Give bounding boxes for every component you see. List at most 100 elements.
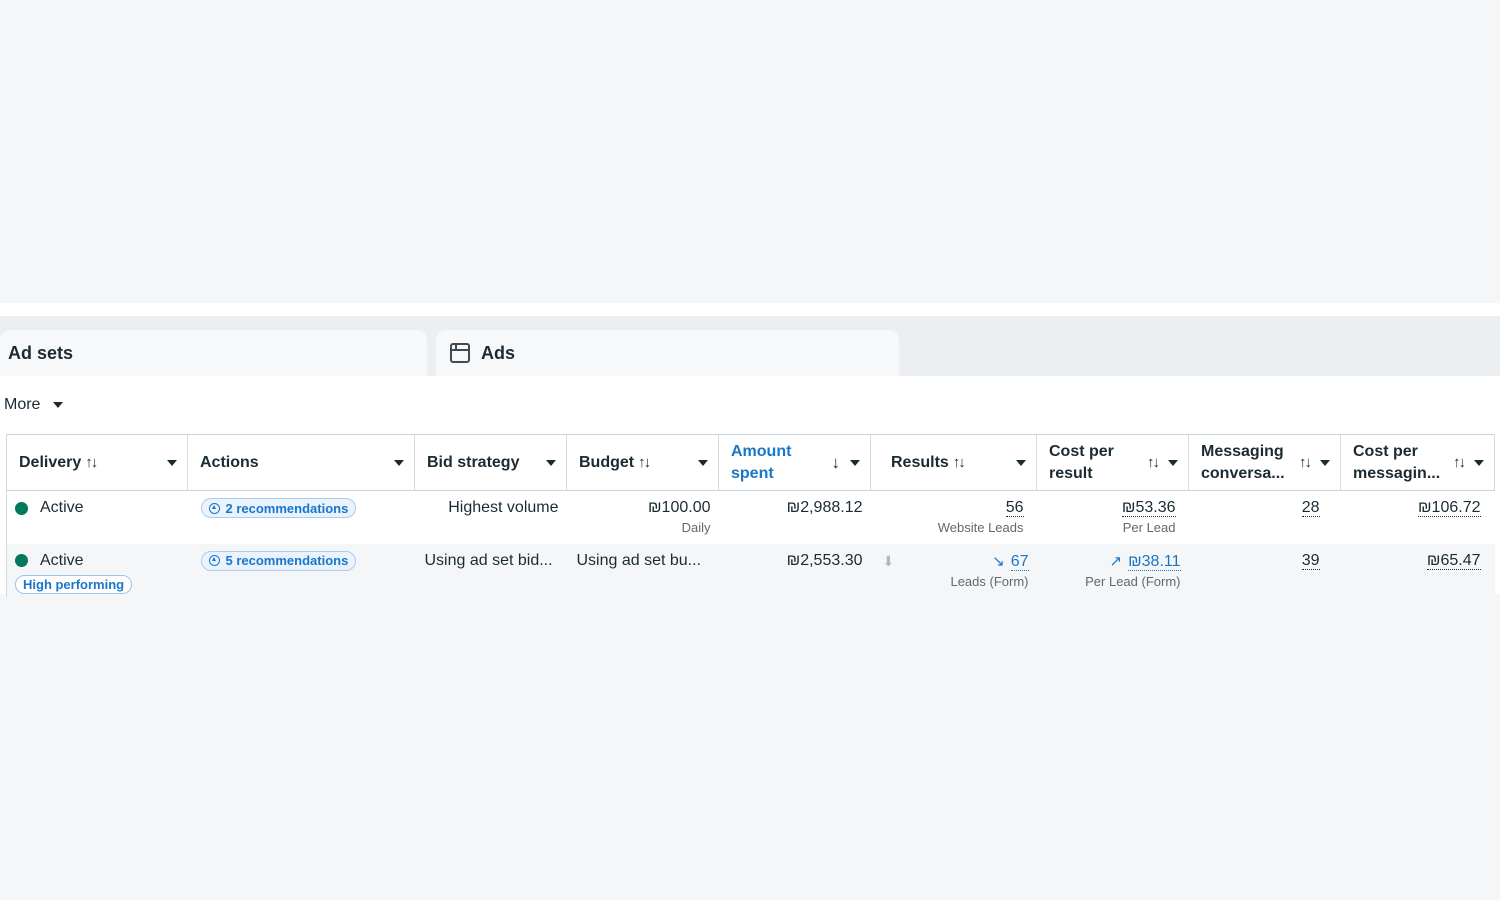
ad-sets-table: Delivery ↑↓ Actions Bid strategy Budget ↑↓…	[6, 434, 1495, 597]
column-label: Actions	[200, 453, 259, 471]
recommendations-badge[interactable]: 5 recommendations	[200, 550, 357, 571]
table-row[interactable]: Active High performing 5 recommendations…	[6, 543, 1495, 597]
column-header-amount-spent[interactable]: Amount spent ↓	[718, 434, 871, 491]
column-header-cost-per-result[interactable]: Cost per result ↑↓	[1036, 434, 1189, 491]
cost-per-messaging-cell: ₪106.72	[1341, 491, 1495, 544]
trend-down-icon: ↘	[992, 552, 1005, 570]
trend-up-icon: ↗	[1109, 552, 1123, 570]
cost-per-result-value[interactable]: ₪38.11	[1128, 552, 1181, 571]
column-header-bid-strategy[interactable]: Bid strategy	[414, 434, 567, 491]
messaging-cell: 39	[1189, 544, 1341, 597]
actions-cell: 5 recommendations	[188, 544, 415, 597]
more-button[interactable]: More	[4, 396, 64, 414]
column-header-budget[interactable]: Budget ↑↓	[566, 434, 719, 491]
cost-per-result-type: Per Lead	[1122, 520, 1176, 535]
results-type: Website Leads	[937, 520, 1024, 535]
caret-down-icon[interactable]	[546, 459, 556, 466]
table-row[interactable]: Active 2 recommendations Highest volume …	[6, 490, 1495, 544]
results-value[interactable]: 67	[1010, 552, 1029, 571]
caret-down-icon[interactable]	[1474, 459, 1484, 466]
column-label: Bid strategy	[427, 453, 520, 471]
tab-ad-sets-label: Ad sets	[8, 342, 74, 363]
tab-ads-label: Ads	[481, 342, 516, 363]
column-label: Delivery	[19, 453, 82, 471]
caret-down-icon	[53, 402, 64, 408]
cost-per-messaging-value[interactable]: ₪65.47	[1426, 551, 1481, 570]
tab-ads[interactable]: Ads	[436, 330, 899, 376]
column-header-actions[interactable]: Actions	[187, 434, 415, 491]
column-label: Cost per result	[1049, 442, 1114, 482]
sort-icon[interactable]: ↑↓	[638, 452, 651, 474]
tab-ad-sets[interactable]: Ad sets	[0, 330, 427, 376]
column-label: Budget	[579, 453, 635, 471]
amount-spent-cell: ₪2,553.30	[719, 544, 871, 597]
caret-down-icon[interactable]	[1016, 459, 1026, 466]
bid-strategy-cell: Using ad set bid...	[415, 544, 567, 597]
messaging-value[interactable]: 39	[1301, 551, 1320, 570]
bid-strategy-value: Using ad set bid...	[424, 551, 553, 569]
results-type: Leads (Form)	[950, 573, 1029, 589]
sort-icon[interactable]: ↑↓	[1453, 452, 1466, 474]
recommendation-icon	[208, 502, 220, 514]
table-header-row: Delivery ↑↓ Actions Bid strategy Budget ↑↓…	[6, 434, 1495, 491]
messaging-cell: 28	[1189, 491, 1341, 544]
blank-area	[0, 0, 1500, 303]
budget-cell[interactable]: ₪100.00 Daily	[567, 491, 719, 544]
column-label: Amount spent	[731, 442, 792, 482]
budget-value: ₪100.00	[647, 499, 711, 516]
cost-per-result-value[interactable]: ₪53.36	[1121, 499, 1176, 517]
delivery-cell: Active	[6, 490, 188, 544]
ad-sets-panel: More Delivery ↑↓ Actions Bid strategy Bud…	[0, 376, 1500, 597]
more-button-label: More	[4, 396, 41, 413]
ad-icon	[450, 343, 470, 363]
sort-icon[interactable]: ↑↓	[953, 452, 966, 474]
sort-icon[interactable]: ↑↓	[85, 452, 98, 474]
status-dot-icon	[15, 554, 28, 567]
results-value[interactable]: 56	[1005, 499, 1024, 517]
recommendations-label: 2 recommendations	[225, 500, 349, 516]
status-dot-icon	[15, 501, 28, 515]
recommendation-icon	[208, 555, 220, 566]
high-performing-badge[interactable]: High performing	[15, 574, 133, 594]
column-label: Results	[891, 453, 949, 471]
results-cell: ⬇ ↘ 67 Leads (Form)	[871, 544, 1037, 597]
amount-spent-value: ₪2,988.12	[786, 499, 863, 516]
tabs-bar: Ad sets Ads	[0, 316, 1500, 376]
amount-spent-value: ₪2,553.30	[786, 551, 863, 569]
caret-down-icon[interactable]	[1168, 459, 1178, 466]
recommendations-badge[interactable]: 2 recommendations	[200, 498, 357, 518]
sort-icon[interactable]: ↑↓	[1147, 452, 1160, 474]
messaging-value[interactable]: 28	[1301, 499, 1320, 517]
amount-spent-cell: ₪2,988.12	[719, 491, 871, 544]
column-label: Cost per messagin...	[1353, 442, 1441, 482]
caret-down-icon[interactable]	[850, 459, 860, 466]
delivery-status: Active	[40, 551, 84, 569]
cost-per-messaging-value[interactable]: ₪106.72	[1417, 499, 1481, 517]
cost-per-result-cell: ↗ ₪38.11 Per Lead (Form)	[1037, 544, 1189, 597]
column-header-results[interactable]: Results ↑↓	[870, 434, 1037, 491]
bid-strategy-cell: Highest volume	[415, 491, 567, 544]
sort-icon[interactable]: ↑↓	[1299, 452, 1312, 474]
column-header-delivery[interactable]: Delivery ↑↓	[6, 434, 188, 491]
cost-per-messaging-cell: ₪65.47	[1341, 544, 1495, 597]
sort-desc-icon[interactable]: ↓	[832, 452, 841, 474]
budget-value: Using ad set bu...	[576, 551, 702, 569]
recommendations-label: 5 recommendations	[225, 553, 349, 568]
caret-down-icon[interactable]	[698, 459, 708, 466]
budget-cell[interactable]: Using ad set bu...	[567, 544, 719, 597]
caret-down-icon[interactable]	[1320, 459, 1330, 466]
bid-strategy-value: Highest volume	[448, 499, 559, 516]
divider	[0, 303, 1500, 316]
caret-down-icon[interactable]	[394, 459, 404, 466]
column-label: Messaging conversa...	[1201, 442, 1285, 482]
download-icon[interactable]: ⬇	[883, 553, 895, 570]
column-header-cost-per-messaging[interactable]: Cost per messagin... ↑↓	[1340, 434, 1495, 491]
cost-per-result-type: Per Lead (Form)	[1085, 573, 1181, 589]
cost-per-result-cell: ₪53.36 Per Lead	[1037, 491, 1189, 544]
delivery-status: Active	[40, 499, 84, 516]
caret-down-icon[interactable]	[167, 459, 177, 466]
actions-cell: 2 recommendations	[188, 491, 415, 544]
column-header-messaging-conversations[interactable]: Messaging conversa... ↑↓	[1188, 434, 1341, 491]
budget-period: Daily	[681, 520, 711, 535]
results-cell: 56 Website Leads	[871, 491, 1037, 544]
